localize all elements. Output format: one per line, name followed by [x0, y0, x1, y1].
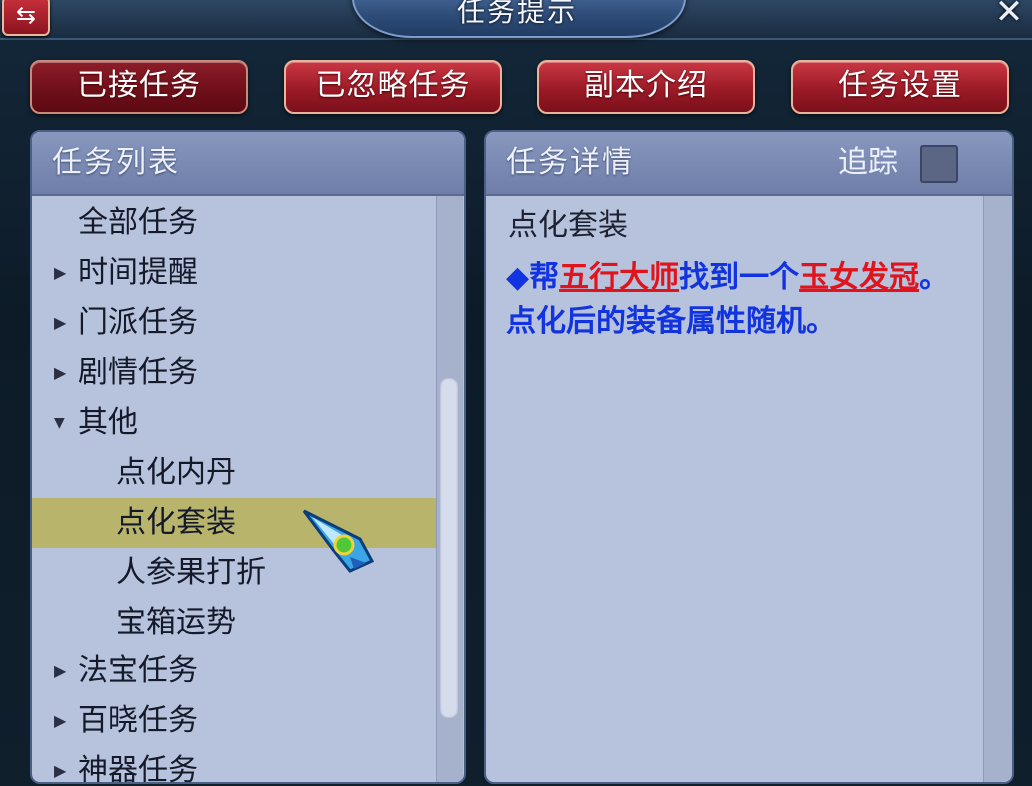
- tree-item-refine-core[interactable]: 点化内丹: [32, 448, 436, 498]
- tree-item-artifact-tasks[interactable]: ▶ 神器任务: [32, 746, 436, 784]
- tree-item-other[interactable]: ▼ 其他: [32, 398, 436, 448]
- tree-item-baixiao-tasks[interactable]: ▶ 百晓任务: [32, 696, 436, 746]
- tree-item-label: 剧情任务: [78, 355, 198, 390]
- tree-item-all-tasks[interactable]: 全部任务: [32, 198, 436, 248]
- npc-link[interactable]: 五行大师: [559, 260, 679, 295]
- task-detail-panel: 任务详情 追踪 点化套装 ◆帮五行大师找到一个玉女发冠。点化后的装备属性随机。: [484, 130, 1014, 784]
- expand-arrow-icon[interactable]: ▶: [54, 696, 68, 746]
- task-description: ◆帮五行大师找到一个玉女发冠。点化后的装备属性随机。: [506, 256, 966, 344]
- tree-item-label: 点化套装: [116, 505, 236, 540]
- item-link[interactable]: 玉女发冠: [799, 260, 919, 295]
- task-list-scrollbar-thumb[interactable]: [440, 378, 458, 718]
- cursor-icon: [302, 509, 375, 573]
- close-icon[interactable]: ✕: [992, 0, 1026, 30]
- bullet-icon: ◆: [506, 260, 530, 295]
- tree-item-label: 法宝任务: [78, 653, 198, 688]
- tree-item-label: 时间提醒: [78, 255, 198, 290]
- window-title: 任务提示: [456, 0, 577, 28]
- tab-accepted-tasks[interactable]: 已接任务: [30, 60, 248, 114]
- expand-arrow-icon[interactable]: ▶: [54, 646, 68, 696]
- tree-item-label: 人参果打折: [116, 555, 266, 590]
- expand-arrow-icon[interactable]: ▶: [54, 348, 68, 398]
- tab-ignored-tasks[interactable]: 已忽略任务: [284, 60, 502, 114]
- expand-arrow-icon[interactable]: ▶: [54, 746, 68, 782]
- tree-item-label: 全部任务: [78, 205, 198, 240]
- collapse-arrow-icon[interactable]: ▼: [54, 398, 68, 448]
- expand-arrow-icon[interactable]: ▶: [54, 298, 68, 348]
- task-name: 点化套装: [508, 208, 628, 243]
- swap-icon[interactable]: ⇆: [2, 0, 50, 36]
- desc-text-1: 帮: [529, 260, 560, 295]
- expand-arrow-icon[interactable]: ▶: [54, 248, 68, 298]
- task-detail-header: 任务详情 追踪: [486, 132, 1012, 196]
- tree-item-time-reminder[interactable]: ▶ 时间提醒: [32, 248, 436, 298]
- task-list-panel: 任务列表 全部任务 ▶ 时间提醒 ▶ 门派任务 ▶ 剧情任务 ▼ 其他 点化内丹…: [30, 130, 466, 784]
- track-label: 追踪: [838, 145, 898, 180]
- tree-item-label: 点化内丹: [116, 455, 236, 490]
- tree-item-label: 百晓任务: [78, 703, 198, 738]
- tab-task-settings[interactable]: 任务设置: [791, 60, 1009, 114]
- tab-dungeon-intro[interactable]: 副本介绍: [537, 60, 755, 114]
- track-checkbox[interactable]: [920, 145, 958, 183]
- task-detail-title: 任务详情: [506, 145, 634, 180]
- task-detail-scrollbar-track[interactable]: [983, 196, 1012, 782]
- tree-item-label: 神器任务: [78, 753, 198, 784]
- task-list-header: 任务列表: [32, 132, 464, 196]
- tree-item-story-tasks[interactable]: ▶ 剧情任务: [32, 348, 436, 398]
- tree-item-label: 门派任务: [78, 305, 198, 340]
- task-window: 任务提示 ⇆ ✕ 已接任务 已忽略任务 副本介绍 任务设置 任务列表 全部任务 …: [0, 0, 1032, 786]
- tree-item-sect-tasks[interactable]: ▶ 门派任务: [32, 298, 436, 348]
- desc-text-2: 找到一个: [679, 260, 800, 295]
- task-list-title: 任务列表: [52, 145, 180, 180]
- tree-item-label: 宝箱运势: [116, 605, 236, 640]
- task-tree: 全部任务 ▶ 时间提醒 ▶ 门派任务 ▶ 剧情任务 ▼ 其他 点化内丹 点化套装…: [32, 196, 436, 782]
- tree-item-chest-fortune[interactable]: 宝箱运势: [32, 598, 436, 648]
- tree-item-treasure-tasks[interactable]: ▶ 法宝任务: [32, 646, 436, 696]
- tree-item-label: 其他: [78, 405, 138, 440]
